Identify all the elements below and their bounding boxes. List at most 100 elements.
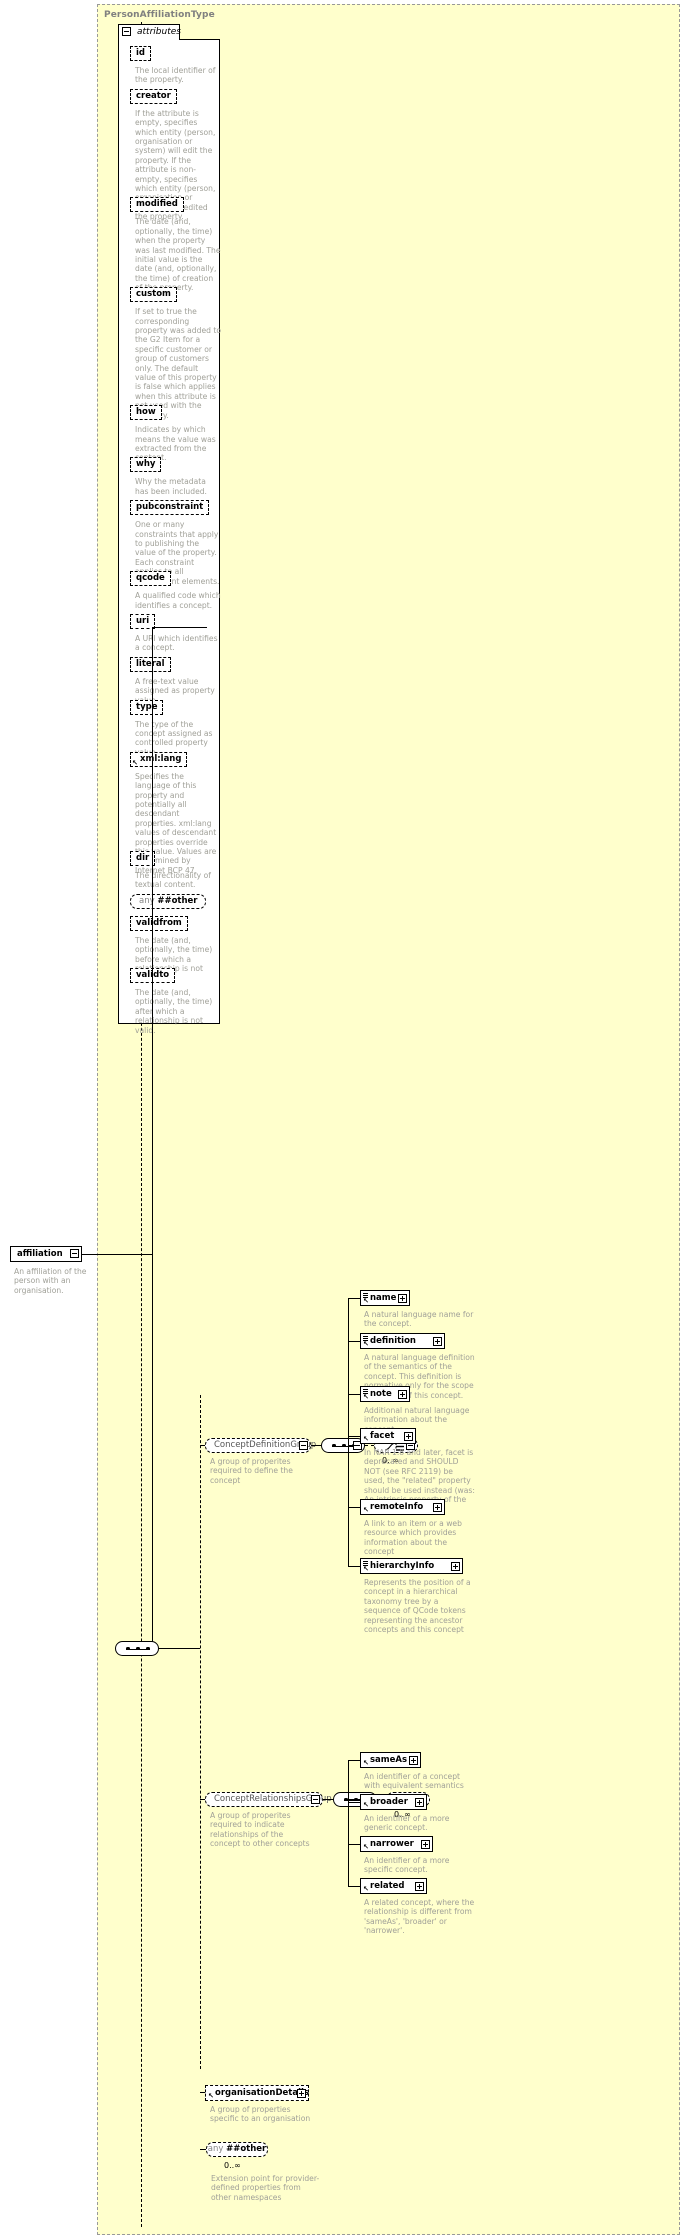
- element-name: name: [370, 1293, 397, 1303]
- element-expand-icon[interactable]: [415, 1797, 425, 1807]
- element-name: affiliation: [17, 1249, 63, 1259]
- any-description: Extension point for provider-defined pro…: [211, 2174, 320, 2202]
- element-expand-icon[interactable]: [397, 1389, 407, 1399]
- attribute-chip-pubconstraint[interactable]: pubconstraint: [130, 500, 212, 518]
- attribute-name: qcode: [136, 573, 165, 584]
- attribute-name: id: [136, 48, 145, 58]
- element-expand-icon[interactable]: [433, 1502, 442, 1512]
- element-expand-icon[interactable]: [403, 1431, 413, 1441]
- attribute-chip-xml-lang[interactable]: ↗ xml:lang: [130, 751, 190, 769]
- root-sequence-compositor[interactable]: [115, 1641, 159, 1656]
- attribute-name: pubconstraint: [136, 502, 204, 513]
- attribute-description: The date (and, optionally, the time) aft…: [135, 988, 213, 1035]
- any-prefix-label: any: [139, 895, 158, 906]
- affiliation-description: An affiliation of the person with an org…: [14, 1267, 87, 1295]
- attribute-name: xml:lang: [140, 753, 182, 764]
- element-description: A related concept, where the relationshi…: [364, 1898, 475, 1936]
- element-name: hierarchyInfo: [370, 1561, 435, 1571]
- element-description: A natural language name for the concept.: [364, 1310, 474, 1329]
- reference-arrow-icon: ↗: [362, 1393, 369, 1401]
- any-namespace-label: ##other: [157, 895, 198, 906]
- attribute-chip-creator[interactable]: creator: [130, 88, 179, 106]
- attribute-description: Why the metadata has been included.: [135, 477, 207, 496]
- reference-arrow-icon: ↗: [362, 1565, 369, 1573]
- attribute-name: modified: [136, 199, 178, 210]
- attribute-chip-why[interactable]: why: [130, 457, 164, 475]
- element-expand-icon[interactable]: [433, 1336, 442, 1346]
- attribute-name: how: [136, 407, 156, 418]
- child-trunk: [348, 1298, 349, 1566]
- reference-arrow-icon: ↗: [362, 1885, 369, 1893]
- attribute-chip-custom[interactable]: custom: [130, 287, 179, 305]
- element-expand-icon[interactable]: [409, 1755, 419, 1765]
- attribute-name: custom: [136, 289, 171, 300]
- any-namespace-label: ##other: [226, 2144, 267, 2154]
- attribute-chip-literal[interactable]: literal: [130, 656, 173, 674]
- attribute-name: creator: [136, 90, 171, 101]
- attribute-chip-qcode[interactable]: qcode: [130, 571, 173, 589]
- attribute-name: type: [136, 701, 158, 712]
- element-expand-icon[interactable]: [415, 1881, 425, 1891]
- reference-arrow-icon: ↗: [362, 1801, 369, 1809]
- reference-arrow-icon: ↗: [362, 1435, 369, 1443]
- root-seq-out: [159, 1648, 200, 1649]
- element-expand-icon[interactable]: [397, 1293, 407, 1303]
- element-expand-icon[interactable]: [421, 1839, 431, 1849]
- child-stub: [348, 1886, 360, 1887]
- attribute-name: dir: [136, 853, 150, 863]
- element-hierarchyInfo[interactable]: ↗ hierarchyInfo: [360, 1558, 465, 1576]
- attribute-description: The date (and, optionally, the time) whe…: [135, 217, 221, 292]
- attribute-name: why: [136, 459, 156, 470]
- child-stub: [348, 1436, 360, 1437]
- child-stub: [348, 1394, 360, 1395]
- orgdetails-expand-icon[interactable]: [297, 2088, 306, 2098]
- reference-arrow-icon: ↗: [362, 1506, 369, 1514]
- group-concept_definition[interactable]: ConceptDefinitionGroup: [205, 1438, 316, 1455]
- reference-arrow-icon: ↗: [207, 2092, 214, 2100]
- seq-to-choice: [365, 1445, 374, 1446]
- attributes-spine: [152, 627, 153, 1254]
- affiliation-collapse-icon[interactable]: [70, 1249, 79, 1258]
- element-name: definition: [370, 1336, 416, 1346]
- element-description: An identifier of a more specific concept…: [364, 1856, 450, 1875]
- attribute-chip-how[interactable]: how: [130, 405, 164, 423]
- root-spine-down: [152, 1254, 153, 1648]
- reference-arrow-icon: ↗: [362, 1297, 369, 1305]
- attribute-any-chip[interactable]: any ##other: [130, 893, 209, 911]
- any-cardinality: 0..∞: [224, 2161, 241, 2170]
- attribute-name: validfrom: [136, 917, 182, 928]
- group-collapse-icon[interactable]: [311, 1795, 320, 1804]
- reference-arrow-icon: ↗: [132, 758, 138, 767]
- element-any-other[interactable]: any ##other: [206, 2142, 270, 2159]
- collapse-minus-icon[interactable]: [122, 27, 131, 36]
- sequence-dots-icon: [126, 1646, 150, 1651]
- group-description: A group of properites required to indica…: [210, 1811, 310, 1849]
- child-trunk: [348, 1760, 349, 1886]
- attribute-description: A URI which identifies a concept.: [135, 634, 218, 653]
- attribute-description: A qualified code which identifies a conc…: [135, 591, 221, 610]
- attribute-chip-id[interactable]: id: [130, 46, 153, 63]
- attribute-description: The local identifier of the property.: [135, 66, 216, 85]
- attribute-description: If set to true the corresponding propert…: [135, 307, 221, 419]
- attribute-chip-validfrom[interactable]: validfrom: [130, 915, 190, 933]
- group-collapse-icon[interactable]: [299, 1441, 308, 1450]
- element-name: broader: [370, 1797, 408, 1807]
- element-name: remoteInfo: [370, 1502, 424, 1512]
- element-organisationDetails[interactable]: ↗ organisationDetails: [205, 2085, 311, 2103]
- element-name: facet: [370, 1431, 395, 1441]
- reference-arrow-icon: ↗: [362, 1843, 369, 1851]
- attribute-chip-modified[interactable]: modified: [130, 197, 186, 215]
- attribute-name: uri: [136, 616, 150, 626]
- element-description: An identifier of a concept with equivale…: [364, 1772, 464, 1791]
- attributes-branch: [152, 627, 207, 628]
- element-name: related: [370, 1881, 405, 1891]
- group-concept_relationships[interactable]: ConceptRelationshipsGroup: [205, 1792, 332, 1809]
- element-expand-icon[interactable]: [450, 1561, 460, 1571]
- child-stub: [348, 1507, 360, 1508]
- attribute-chip-type[interactable]: type: [130, 699, 166, 717]
- group-description: A group of properites required to define…: [210, 1457, 293, 1485]
- orgdetails-description: A group of properties specific to an org…: [210, 2105, 311, 2124]
- page-title: PersonAffiliationType: [104, 10, 215, 20]
- tab-merge: [119, 38, 179, 40]
- attributes-label: attributes: [137, 27, 181, 37]
